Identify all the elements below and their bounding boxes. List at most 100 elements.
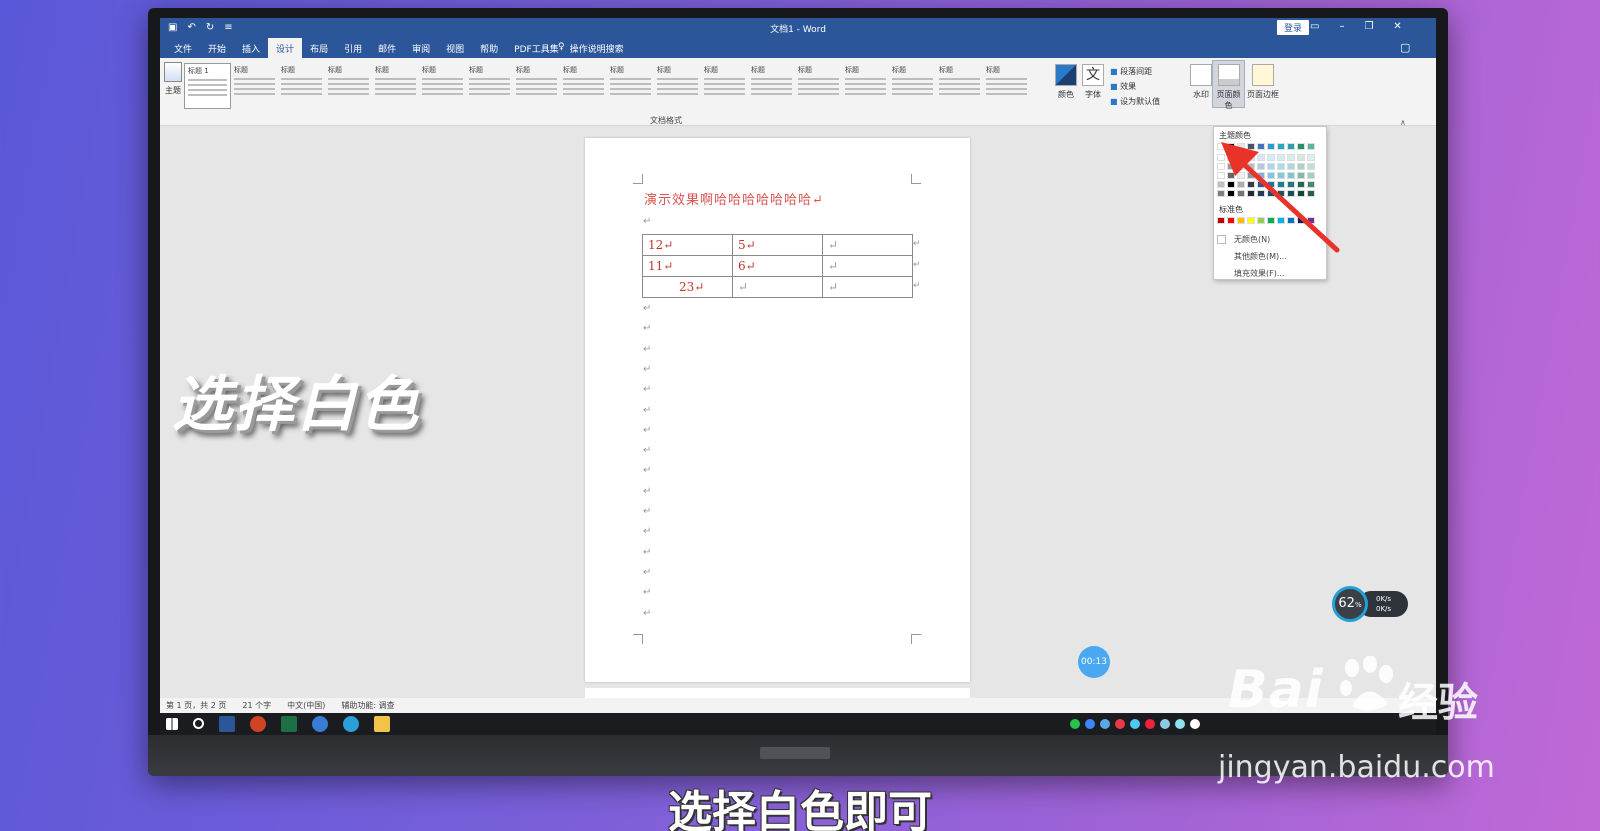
style-preview-line	[610, 83, 651, 85]
table-cell[interactable]: 5↵	[732, 234, 823, 256]
fonts-button[interactable]: 文 字体	[1082, 64, 1104, 100]
document-table[interactable]: 12↵ 5↵ ↵ 11↵ 6↵ ↵ 23↵ ↵ ↵	[642, 234, 913, 298]
style-set-thumbnail[interactable]: 标题	[654, 63, 701, 109]
style-set-thumbnail[interactable]: 标题	[795, 63, 842, 109]
close-icon[interactable]: ✕	[1393, 21, 1401, 32]
tray-icon[interactable]	[1145, 719, 1155, 729]
style-set-thumbnail[interactable]: 标题	[701, 63, 748, 109]
paragraph-spacing-button[interactable]: 段落间距	[1110, 64, 1160, 79]
style-preview-line	[610, 88, 651, 90]
tray-icon[interactable]	[1190, 719, 1200, 729]
colors-button[interactable]: 颜色	[1055, 64, 1077, 100]
tab-3[interactable]: 设计	[268, 38, 303, 58]
watermark-button[interactable]: 水印	[1190, 64, 1212, 100]
windows-start-icon[interactable]	[166, 718, 178, 730]
paragraph-mark: ↵	[643, 303, 652, 314]
table-cell[interactable]: 12↵	[642, 234, 733, 256]
comment-icon[interactable]: ▢	[1400, 41, 1410, 54]
status-lang[interactable]: 中文(中国)	[287, 700, 325, 711]
file-explorer-icon[interactable]	[374, 716, 390, 732]
document-page[interactable]: 演示效果啊哈哈哈哈哈哈哈↵ ↵ 12↵ 5↵ ↵ 11↵ 6↵ ↵ 23↵ ↵ …	[585, 138, 970, 682]
style-set-thumbnail[interactable]: 标题	[607, 63, 654, 109]
tab-1[interactable]: 开始	[200, 38, 234, 58]
tray-icon[interactable]	[1085, 719, 1095, 729]
group-caption-document-formatting: 文档格式	[650, 116, 682, 125]
tray-icon[interactable]	[1175, 719, 1185, 729]
style-preview-line	[328, 88, 369, 90]
table-cell[interactable]: ↵	[732, 276, 823, 298]
style-set-thumbnail[interactable]: 标题	[325, 63, 372, 109]
red-arrow-annotation	[1221, 142, 1340, 253]
ribbon-display-icon[interactable]: ▭	[1310, 21, 1319, 32]
tab-9[interactable]: 帮助	[472, 38, 506, 58]
browser-app-icon[interactable]	[312, 716, 328, 732]
style-set-thumbnail[interactable]: 标题	[513, 63, 560, 109]
minimize-icon[interactable]: –	[1339, 21, 1344, 32]
status-accessibility[interactable]: 辅助功能: 调查	[341, 700, 394, 711]
set-default-button[interactable]: 设为默认值	[1110, 94, 1160, 109]
style-preview-line	[422, 93, 463, 95]
download-speed: 0K/s	[1376, 605, 1392, 613]
edge-app-icon[interactable]	[343, 716, 359, 732]
tray-icon[interactable]	[1160, 719, 1170, 729]
effects-button[interactable]: 效果	[1110, 79, 1160, 94]
network-speed-widget[interactable]: 0K/s 0K/s 62%	[1332, 586, 1412, 622]
table-cell[interactable]: ↵	[822, 234, 913, 256]
style-set-thumbnail[interactable]: 标题	[278, 63, 325, 109]
style-set-thumbnail[interactable]: 标题	[842, 63, 889, 109]
style-set-thumbnail[interactable]: 标题	[231, 63, 278, 109]
memory-percent: 62%	[1332, 586, 1368, 622]
page-borders-button[interactable]: 页面边框	[1247, 64, 1279, 100]
search-icon[interactable]	[193, 718, 204, 729]
style-set-thumbnail[interactable]: 标题	[936, 63, 983, 109]
tab-0[interactable]: 文件	[166, 38, 200, 58]
tab-6[interactable]: 邮件	[370, 38, 404, 58]
style-set-thumbnail[interactable]: 标题	[889, 63, 936, 109]
maximize-icon[interactable]: ❐	[1364, 21, 1373, 32]
style-set-thumbnail[interactable]: 标题	[466, 63, 513, 109]
arrow-shaft	[1234, 155, 1340, 253]
word-app-icon[interactable]	[219, 716, 235, 732]
style-preview-line	[422, 83, 463, 85]
tab-2[interactable]: 插入	[234, 38, 268, 58]
tell-me-search[interactable]: ♀ 操作说明搜索	[558, 42, 624, 55]
powerpoint-app-icon[interactable]	[250, 716, 266, 732]
tray-icon[interactable]	[1130, 719, 1140, 729]
table-cell[interactable]: 23↵	[642, 276, 733, 298]
style-set-thumbnail[interactable]: 标题	[372, 63, 419, 109]
style-set-thumbnail[interactable]: 标题	[748, 63, 795, 109]
tray-icon[interactable]	[1070, 719, 1080, 729]
side-caption: 选择白色	[172, 370, 420, 440]
themes-button[interactable]: 主题	[162, 62, 184, 96]
tab-7[interactable]: 审阅	[404, 38, 438, 58]
style-preview-line	[845, 78, 886, 80]
style-set-thumbnail[interactable]: 标题 1	[184, 63, 231, 109]
tab-8[interactable]: 视图	[438, 38, 472, 58]
tray-icon[interactable]	[1100, 719, 1110, 729]
style-set-thumbnail[interactable]: 标题	[560, 63, 607, 109]
fill-effects-item[interactable]: 填充效果(F)...	[1234, 268, 1284, 279]
style-preview-line	[188, 84, 227, 86]
document-heading[interactable]: 演示效果啊哈哈哈哈哈哈哈↵	[644, 189, 824, 208]
table-cell[interactable]: 11↵	[642, 255, 733, 277]
style-set-thumbnail[interactable]: 标题	[983, 63, 1030, 109]
table-cell[interactable]: ↵	[822, 276, 913, 298]
tab-4[interactable]: 布局	[302, 38, 336, 58]
style-set-thumbnail[interactable]: 标题	[419, 63, 466, 109]
table-cell[interactable]: ↵	[822, 255, 913, 277]
baidu-url: jingyan.baidu.com	[1218, 750, 1495, 785]
login-button[interactable]: 登录	[1277, 20, 1310, 35]
style-preview-line	[375, 78, 416, 80]
status-page[interactable]: 第 1 页，共 2 页	[166, 700, 226, 711]
style-preview-line	[798, 88, 839, 90]
status-words[interactable]: 21 个字	[242, 700, 271, 711]
table-cell[interactable]: 6↵	[732, 255, 823, 277]
style-preview-line	[751, 78, 792, 80]
excel-app-icon[interactable]	[281, 716, 297, 732]
paragraph-mark: ↵	[643, 506, 652, 517]
tab-5[interactable]: 引用	[336, 38, 370, 58]
tray-icon[interactable]	[1115, 719, 1125, 729]
page-color-button[interactable]: 页面颜色	[1212, 60, 1245, 110]
page-borders-icon	[1252, 64, 1274, 86]
style-preview-line	[188, 89, 227, 91]
